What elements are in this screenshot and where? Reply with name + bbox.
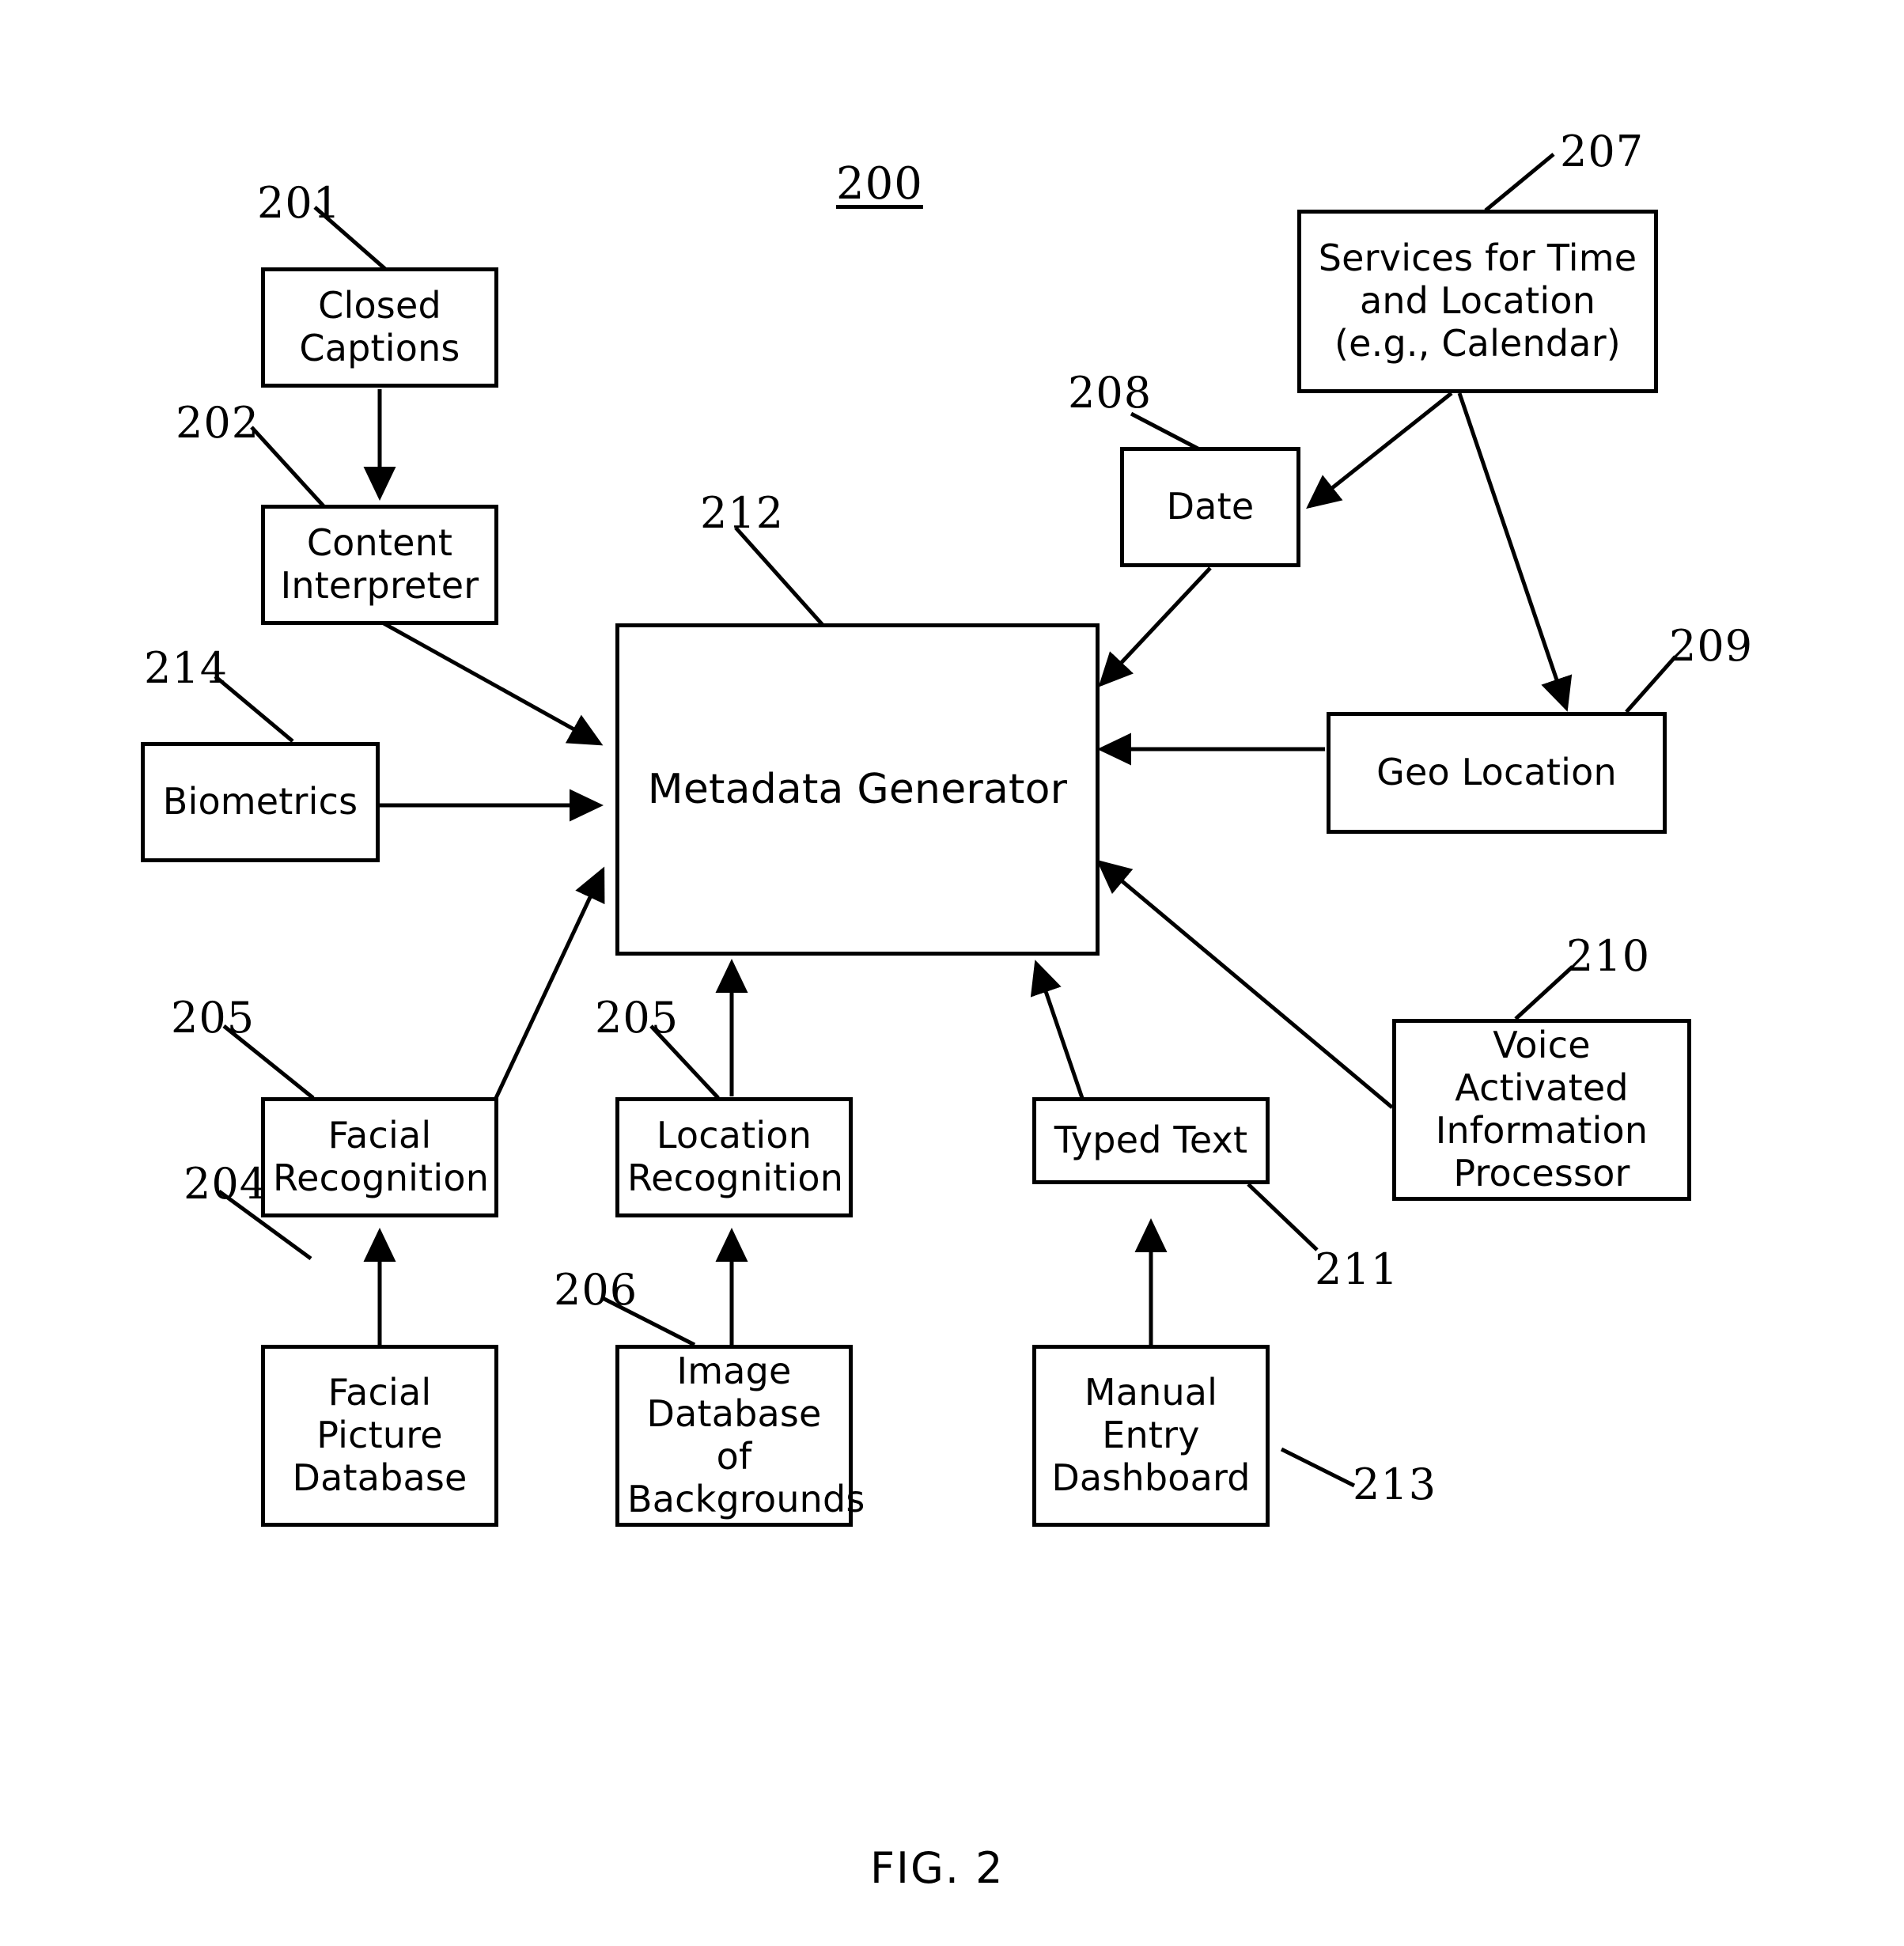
reference-numeral-205-location: 205 bbox=[595, 993, 679, 1043]
node-services-for-time-and-location[interactable]: Services for Time and Location (e.g., Ca… bbox=[1297, 210, 1658, 393]
arrow-typed-text-to-metadata-generator bbox=[1030, 960, 1084, 1099]
reference-numeral-206: 206 bbox=[554, 1265, 638, 1315]
reference-numeral-201: 201 bbox=[257, 178, 342, 228]
leader-line-209 bbox=[1625, 655, 1677, 714]
leader-line-212 bbox=[734, 526, 824, 627]
arrow-services-to-date bbox=[1306, 392, 1453, 509]
node-biometrics-label: Biometrics bbox=[162, 780, 358, 823]
arrow-facial-recognition-to-metadata-generator bbox=[494, 866, 605, 1100]
node-voice-activated-information-processor-label: Voice Activated Information Processor bbox=[1435, 1024, 1648, 1194]
leader-line-211 bbox=[1247, 1183, 1319, 1251]
node-biometrics[interactable]: Biometrics bbox=[141, 742, 380, 862]
leader-line-210 bbox=[1514, 965, 1574, 1020]
node-services-for-time-and-location-label: Services for Time and Location (e.g., Ca… bbox=[1318, 237, 1637, 365]
figure-number: 200 bbox=[836, 158, 923, 210]
node-manual-entry-dashboard-label: Manual Entry Dashboard bbox=[1051, 1371, 1251, 1499]
node-manual-entry-dashboard[interactable]: Manual Entry Dashboard bbox=[1032, 1345, 1270, 1527]
reference-numeral-210: 210 bbox=[1566, 931, 1651, 981]
leader-line-213 bbox=[1280, 1447, 1356, 1488]
reference-numeral-212: 212 bbox=[700, 488, 785, 538]
reference-numeral-202: 202 bbox=[176, 398, 260, 448]
node-facial-recognition-label: Facial Recognition bbox=[273, 1114, 490, 1199]
node-image-database-of-backgrounds[interactable]: Image Database of Backgrounds bbox=[615, 1345, 865, 1527]
node-image-database-of-backgrounds-label: Image Database of Backgrounds bbox=[627, 1350, 865, 1520]
arrow-date-to-metadata-generator bbox=[1098, 566, 1212, 687]
arrow-content-interpreter-to-metadata-generator bbox=[382, 621, 604, 746]
node-typed-text-label: Typed Text bbox=[1054, 1119, 1248, 1162]
reference-numeral-204: 204 bbox=[184, 1159, 268, 1209]
node-date-label: Date bbox=[1166, 485, 1255, 528]
node-date[interactable]: Date bbox=[1120, 447, 1300, 567]
node-voice-activated-information-processor[interactable]: Voice Activated Information Processor bbox=[1392, 1019, 1691, 1201]
patent-figure: 200 Closed Captions Content Interpreter … bbox=[0, 0, 1904, 1946]
reference-numeral-213: 213 bbox=[1353, 1460, 1437, 1509]
reference-numeral-205-facial: 205 bbox=[171, 993, 256, 1043]
node-facial-picture-database[interactable]: Facial Picture Database bbox=[261, 1345, 498, 1527]
arrow-services-to-geo-location bbox=[1457, 392, 1573, 712]
node-facial-recognition[interactable]: Facial Recognition bbox=[261, 1097, 498, 1217]
node-closed-captions-label: Closed Captions bbox=[299, 284, 460, 369]
reference-numeral-211: 211 bbox=[1315, 1244, 1399, 1294]
figure-caption: FIG. 2 bbox=[870, 1843, 1005, 1893]
node-location-recognition-label: Location Recognition bbox=[627, 1114, 844, 1199]
node-metadata-generator[interactable]: Metadata Generator bbox=[615, 623, 1100, 956]
node-content-interpreter[interactable]: Content Interpreter bbox=[261, 505, 498, 625]
node-content-interpreter-label: Content Interpreter bbox=[280, 521, 479, 607]
node-closed-captions[interactable]: Closed Captions bbox=[261, 267, 498, 388]
node-typed-text[interactable]: Typed Text bbox=[1032, 1097, 1270, 1184]
reference-numeral-209: 209 bbox=[1669, 621, 1754, 671]
reference-numeral-207: 207 bbox=[1560, 127, 1645, 176]
reference-numeral-214: 214 bbox=[144, 643, 229, 693]
leader-line-202 bbox=[250, 426, 327, 510]
arrow-voice-processor-to-metadata-generator bbox=[1096, 859, 1394, 1109]
leader-line-208 bbox=[1130, 411, 1204, 453]
node-location-recognition[interactable]: Location Recognition bbox=[615, 1097, 853, 1217]
node-geo-location-label: Geo Location bbox=[1376, 751, 1617, 794]
node-metadata-generator-label: Metadata Generator bbox=[647, 765, 1068, 813]
reference-numeral-208: 208 bbox=[1068, 368, 1153, 418]
node-facial-picture-database-label: Facial Picture Database bbox=[292, 1371, 467, 1499]
leader-line-207 bbox=[1484, 153, 1555, 212]
node-geo-location[interactable]: Geo Location bbox=[1327, 712, 1667, 834]
